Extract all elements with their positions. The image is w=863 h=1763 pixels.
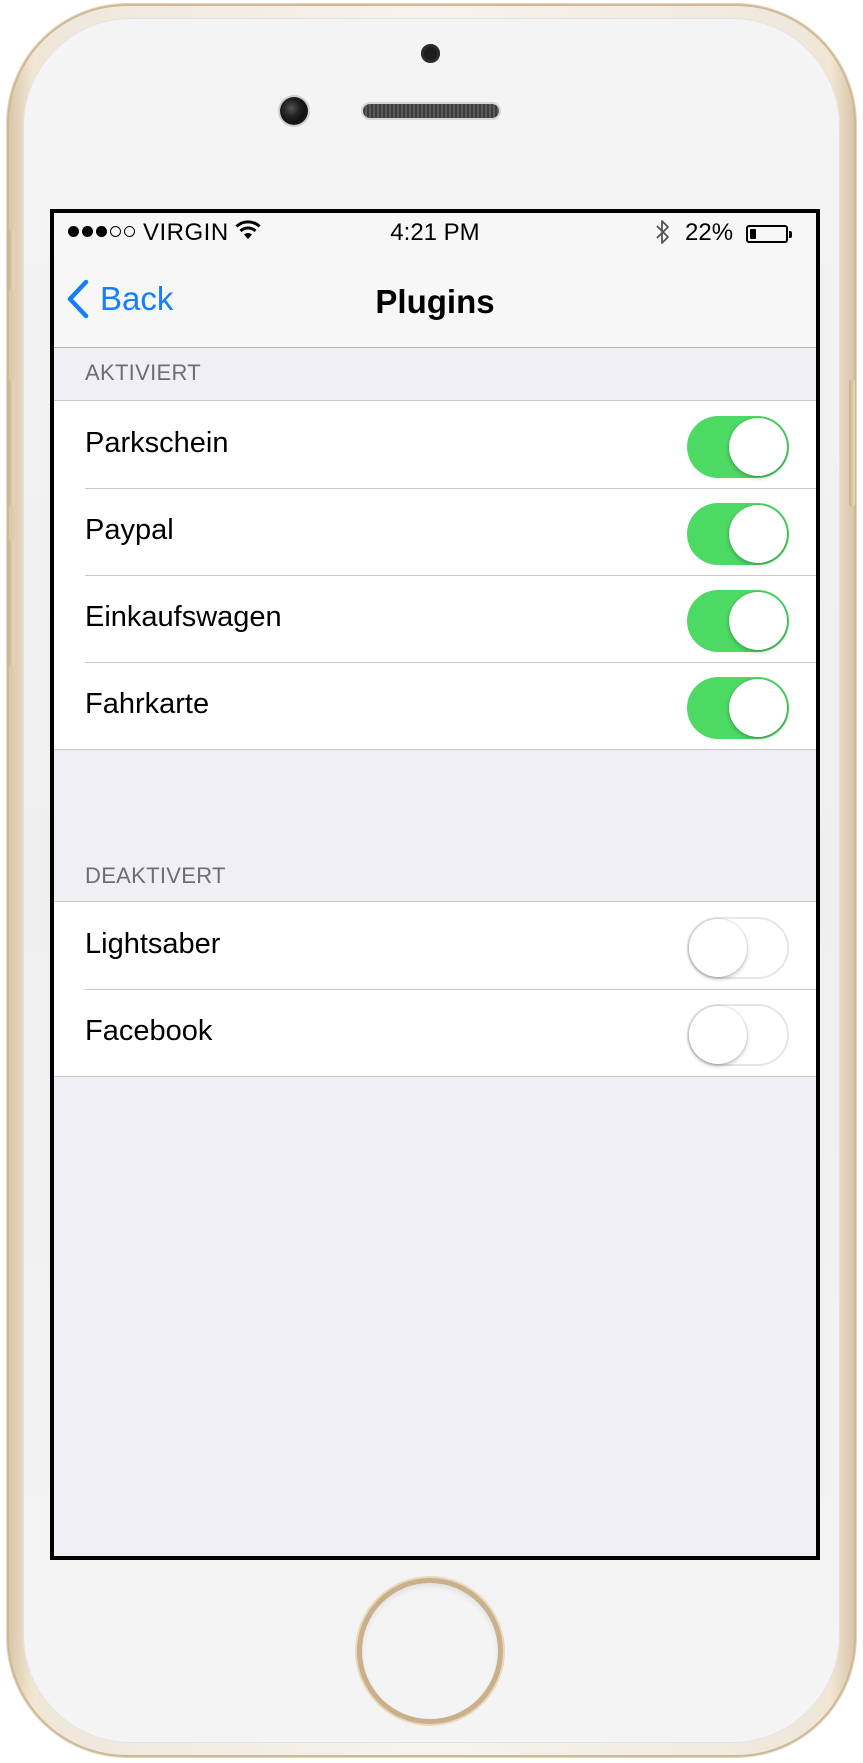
- list-item: Facebook: [54, 989, 816, 1076]
- earpiece-speaker: [363, 104, 499, 118]
- list-item: Paypal: [54, 488, 816, 575]
- home-button[interactable]: [362, 1583, 498, 1719]
- plugin-toggle[interactable]: [687, 677, 789, 739]
- plugin-name: Paypal: [85, 514, 174, 546]
- list-item: Fahrkarte: [54, 662, 816, 749]
- activated-plugins-group: Parkschein Paypal Einkaufswagen Fahrkart…: [54, 400, 816, 750]
- list-item: Parkschein: [54, 401, 816, 488]
- plugin-name: Lightsaber: [85, 928, 221, 960]
- deactivated-plugins-group: Lightsaber Facebook: [54, 901, 816, 1077]
- front-camera: [280, 97, 308, 125]
- mute-switch: [8, 229, 14, 291]
- section-header-activated: AKTIVIERT: [85, 360, 201, 385]
- section-header-deactivated: DEAKTIVERT: [85, 863, 226, 888]
- list-item: Einkaufswagen: [54, 575, 816, 662]
- plugin-toggle[interactable]: [687, 1004, 789, 1066]
- navigation-bar: Back Plugins: [54, 253, 816, 347]
- volume-up-button: [8, 379, 14, 507]
- plugin-toggle[interactable]: [687, 416, 789, 478]
- plugin-toggle[interactable]: [687, 503, 789, 565]
- screen: VIRGIN 4:21 PM 22% Back Plugins AKTIVIER…: [50, 209, 820, 1560]
- plugin-name: Fahrkarte: [85, 688, 210, 720]
- battery-icon: [746, 225, 792, 243]
- battery-percentage: 22%: [685, 219, 734, 246]
- volume-down-button: [8, 539, 14, 667]
- bluetooth-icon: [656, 220, 669, 244]
- battery-level: [750, 229, 756, 239]
- list-item: Lightsaber: [54, 902, 816, 989]
- toggle-knob: [729, 592, 787, 650]
- toggle-knob: [729, 505, 787, 563]
- plugin-name: Einkaufswagen: [85, 601, 282, 633]
- plugin-name: Parkschein: [85, 427, 229, 459]
- toggle-knob: [729, 418, 787, 476]
- proximity-sensor: [421, 44, 440, 63]
- top-bar: VIRGIN 4:21 PM 22% Back Plugins: [54, 213, 816, 348]
- toggle-knob: [689, 1006, 747, 1064]
- page-title: Plugins: [375, 283, 495, 320]
- status-bar: VIRGIN 4:21 PM 22%: [54, 213, 816, 253]
- plugin-toggle[interactable]: [687, 917, 789, 979]
- plugin-toggle[interactable]: [687, 590, 789, 652]
- power-button: [849, 379, 855, 507]
- toggle-knob: [689, 919, 747, 977]
- plugin-name: Facebook: [85, 1015, 213, 1047]
- toggle-knob: [729, 679, 787, 737]
